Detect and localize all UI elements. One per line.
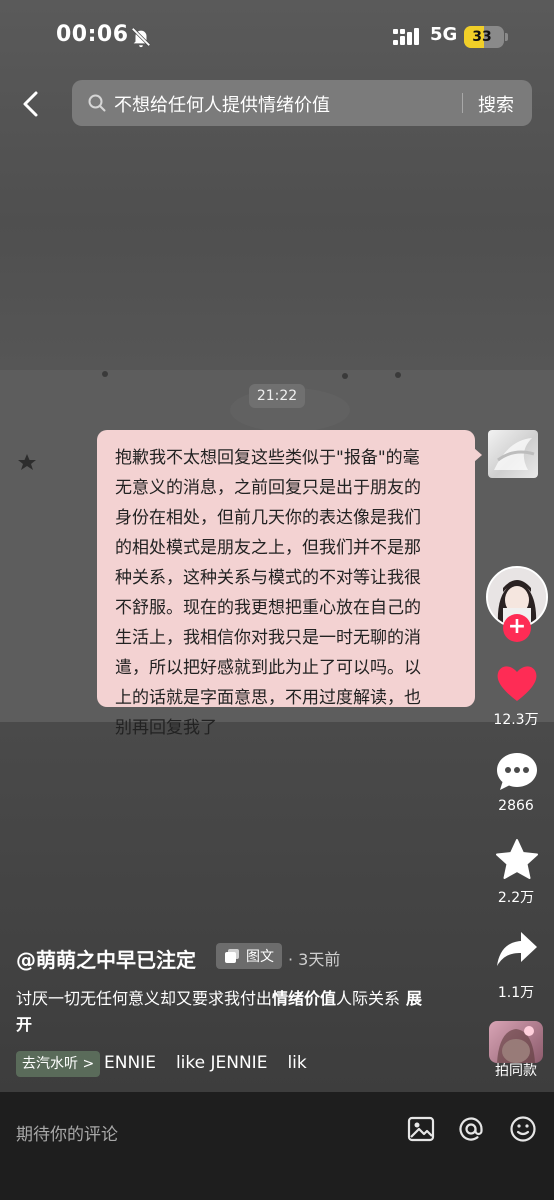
battery-icon: 33 [464, 26, 504, 48]
message-line: 遣，所以把好感就到此为止了可以吗。以 [115, 658, 421, 678]
music-app-chip[interactable]: 去汽水听 > [16, 1051, 101, 1077]
search-button[interactable]: 搜索 [478, 91, 514, 117]
music-track-text: ENNIE [104, 1053, 156, 1073]
message-line: 生活上，我相信你对我只是一时无聊的消 [115, 628, 421, 648]
search-input[interactable]: 不想给任何人提供情绪价值 [114, 91, 330, 117]
post-type-badge: 图文 [216, 943, 282, 969]
comment-icon[interactable] [495, 750, 539, 794]
share-count: 1.1万 [497, 985, 535, 1001]
chat-timestamp: 21:22 [249, 384, 305, 408]
message-line: 种关系，这种关系与模式的不对等让我很 [115, 568, 421, 588]
favorite-count: 2.2万 [497, 890, 535, 906]
like-count: 12.3万 [493, 712, 539, 728]
caption-text: 讨厌一切无任何意义却又要求我付出 [16, 989, 273, 1008]
follow-button[interactable]: + [503, 614, 531, 642]
caption-text-suffix: 人际关系 [336, 989, 401, 1008]
message-line: 的相处模式是朋友之上，但我们并不是那 [115, 538, 421, 558]
search-bar[interactable]: 不想给任何人提供情绪价值 搜索 [72, 80, 532, 126]
message-line: 不舒服。现在的我更想把重心放在自己的 [115, 598, 421, 618]
status-bar: 00:06 5G 33 [0, 0, 554, 72]
battery-nub [505, 33, 508, 41]
comment-bar: 期待你的评论 [0, 1092, 554, 1200]
network-type: 5G [430, 24, 458, 45]
caption-hashtag[interactable]: 情绪价值 [272, 989, 336, 1008]
remix-button[interactable]: 拍同款 [484, 1060, 548, 1080]
message-line: 无意义的消息，之前回复只是出于朋友的 [115, 478, 421, 498]
message-line: 上的话就是字面意思，不用过度解读，也 [115, 688, 421, 708]
comment-count: 2866 [498, 798, 534, 814]
message-line: 别再回复我了 [115, 718, 217, 738]
heart-icon[interactable] [495, 661, 539, 705]
share-icon[interactable] [495, 928, 539, 972]
music-track-marquee[interactable]: ENNIE like JENNIE lik [104, 1053, 322, 1073]
mention-icon[interactable] [456, 1114, 486, 1144]
remix-thumbnail[interactable] [489, 1021, 543, 1063]
message-line: 身份在相处，但前几天你的表达像是我们 [115, 508, 421, 528]
music-track-text: lik [287, 1053, 307, 1073]
author-name[interactable]: @萌萌之中早已注定 [16, 944, 196, 973]
image-icon[interactable] [406, 1114, 436, 1144]
search-icon [88, 94, 106, 112]
message-bubble-tail [474, 448, 482, 462]
message-bubble: 抱歉我不太想回复这些类似于"报备"的毫 无意义的消息，之前回复只是出于朋友的 身… [97, 430, 475, 738]
signal-icon [393, 28, 419, 45]
post-caption: 讨厌一切无任何意义却又要求我付出情绪价值人际关系 展开 [16, 986, 426, 1038]
image-stack-icon [225, 949, 239, 963]
music-track-text: like JENNIE [175, 1053, 268, 1073]
bell-muted-icon [131, 27, 151, 48]
sender-avatar [488, 430, 538, 478]
status-time: 00:06 [56, 22, 129, 47]
post-time: · 3天前 [288, 950, 341, 969]
comment-input[interactable]: 期待你的评论 [16, 1120, 118, 1145]
emoji-icon[interactable] [508, 1114, 538, 1144]
post-type-label: 图文 [246, 949, 274, 965]
back-button[interactable] [14, 86, 50, 122]
battery-percent: 33 [472, 29, 492, 45]
search-divider [462, 93, 463, 113]
star-icon[interactable] [495, 838, 539, 882]
message-line: 抱歉我不太想回复这些类似于"报备"的毫 [115, 448, 420, 468]
